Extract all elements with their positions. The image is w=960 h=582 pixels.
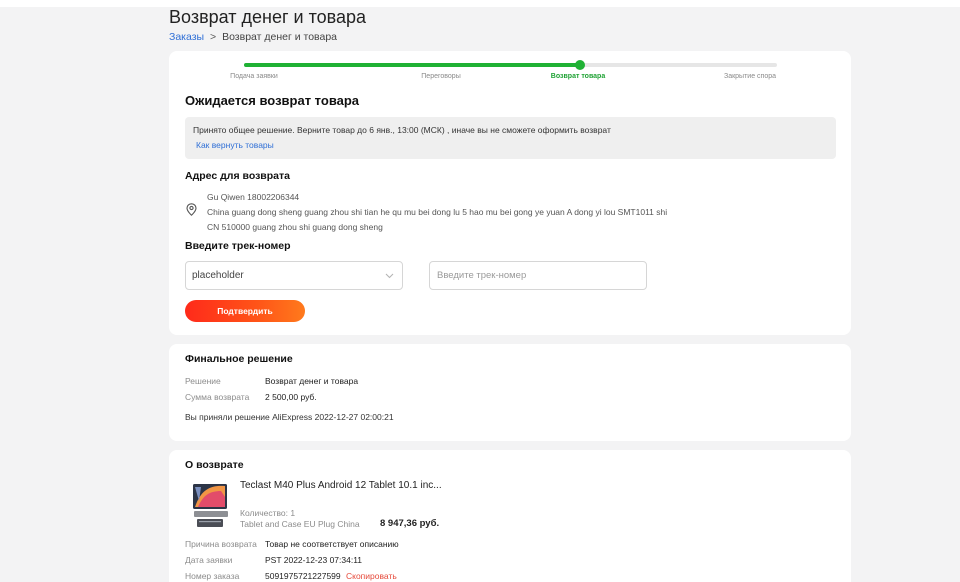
return-reason-value: Товар не соответствует описанию	[265, 539, 399, 549]
product-image	[191, 481, 231, 529]
request-date-label: Дата заявки	[185, 555, 233, 565]
refund-amount-value: 2 500,00 руб.	[265, 392, 317, 402]
progress-stepper	[244, 60, 777, 70]
return-status-card: Подача заявки Переговоры Возврат товара …	[169, 51, 851, 335]
step-return-goods: Возврат товара	[550, 73, 606, 80]
product-title[interactable]: Teclast M40 Plus Android 12 Tablet 10.1 …	[240, 480, 442, 491]
location-pin-icon	[186, 203, 197, 216]
page-title: Возврат денег и товара	[169, 7, 367, 27]
track-number-input[interactable]	[429, 261, 647, 290]
about-return-heading: О возврате	[185, 459, 244, 471]
how-to-return-link[interactable]: Как вернуть товары	[196, 140, 274, 150]
product-quantity: Количество: 1	[240, 508, 296, 518]
final-decision-card: Финальное решение Решение Возврат денег …	[169, 344, 851, 441]
address-recipient: Gu Qiwen 18002206344	[207, 192, 300, 202]
progress-fill	[244, 63, 580, 67]
breadcrumb-separator: >	[210, 31, 217, 43]
confirm-button[interactable]: Подтвердить	[185, 300, 305, 322]
step-close-dispute: Закрытие спора	[723, 73, 777, 80]
request-date-value: PST 2022-12-23 07:34:11	[265, 555, 363, 565]
deadline-notice: Принято общее решение. Верните товар до …	[185, 117, 836, 159]
address-city: CN 510000 guang zhou shi guang dong shen…	[207, 222, 383, 232]
order-number-value: 5091975721227599	[265, 571, 341, 581]
top-strip	[0, 0, 960, 7]
status-heading: Ожидается возврат товара	[185, 93, 360, 108]
return-reason-label: Причина возврата	[185, 539, 257, 549]
progress-current-dot	[574, 60, 585, 70]
chevron-down-icon	[385, 273, 394, 279]
carrier-select-value: placeholder	[192, 270, 244, 281]
address-street: China guang dong sheng guang zhou shi ti…	[207, 207, 668, 217]
about-return-card: О возврате Teclast M40 Plus Android 12 T…	[169, 450, 851, 582]
breadcrumb: Заказы > Возврат денег и товара	[169, 31, 337, 43]
order-number-label: Номер заказа	[185, 571, 240, 581]
return-address-heading: Адрес для возврата	[185, 170, 290, 182]
breadcrumb-current: Возврат денег и товара	[222, 31, 338, 43]
notice-text: Принято общее решение. Верните товар до …	[193, 125, 611, 135]
product-price: 8 947,36 руб.	[380, 518, 440, 529]
accepted-decision-text: Вы приняли решение AliExpress 2022-12-27…	[185, 412, 394, 422]
refund-amount-label: Сумма возврата	[185, 392, 250, 402]
product-variant: Tablet and Case EU Plug China	[240, 519, 360, 529]
decision-label: Решение	[185, 376, 221, 386]
final-decision-heading: Финальное решение	[185, 353, 293, 365]
breadcrumb-orders-link[interactable]: Заказы	[169, 31, 204, 43]
tracking-heading: Введите трек-номер	[185, 240, 291, 252]
decision-value: Возврат денег и товара	[265, 376, 359, 386]
carrier-select[interactable]: placeholder	[185, 261, 403, 290]
step-negotiation: Переговоры	[421, 73, 461, 80]
step-submit-request: Подача заявки	[230, 73, 278, 80]
copy-order-number-link[interactable]: Скопировать	[346, 571, 397, 581]
